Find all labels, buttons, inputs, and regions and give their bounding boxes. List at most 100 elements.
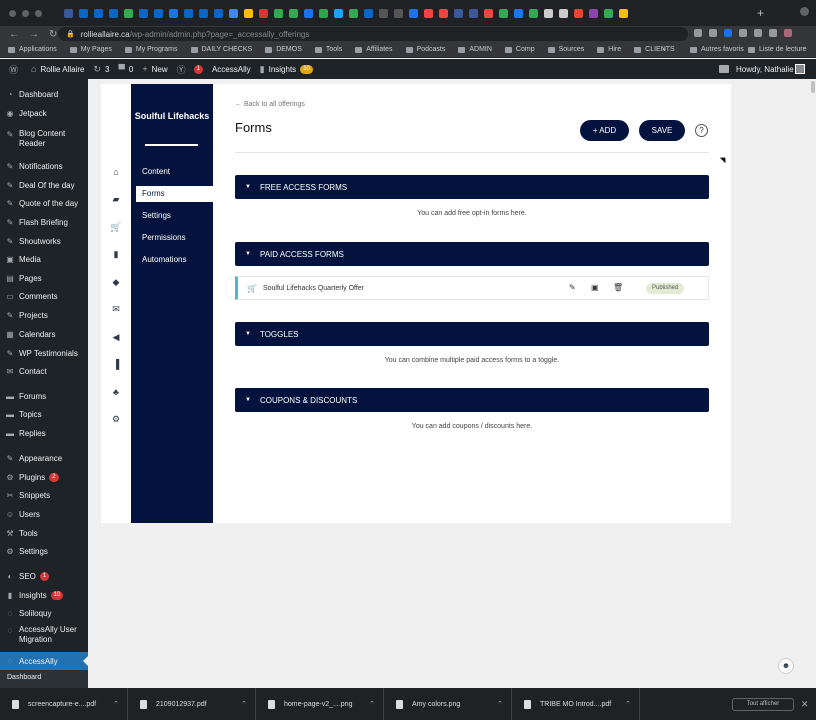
menu-item-deal-of-the-day[interactable]: ✎ Deal Of the day xyxy=(0,176,88,194)
close-downloads-icon[interactable]: ✕ xyxy=(801,699,809,710)
chevron-up-icon[interactable]: ⌃ xyxy=(113,700,119,708)
bookmarks-overflow[interactable]: » xyxy=(662,46,666,53)
download-item[interactable]: 2109012937.pdf ⌃ xyxy=(128,688,256,720)
menu-item-comments[interactable]: ▭ Comments xyxy=(0,287,88,305)
gift-icon[interactable]: ◆ xyxy=(110,276,122,288)
reload-icon[interactable]: ↻ xyxy=(49,29,57,40)
menu-item-blog-content-reader[interactable]: ✎ Blog Content Reader xyxy=(0,129,88,153)
tab-favicon[interactable] xyxy=(559,8,568,18)
menu-item-snippets[interactable]: ✂ Snippets xyxy=(0,486,88,504)
menu-item-seo[interactable]: ◐ SEO 1 xyxy=(0,567,88,585)
tab-favicon[interactable] xyxy=(499,8,508,18)
menu-item-calendars[interactable]: ▦ Calendars xyxy=(0,325,88,343)
offer-row[interactable]: 🛒 Soulful Lifehacks Quarterly Offer ✎ ▣ … xyxy=(235,276,709,300)
chevron-up-icon[interactable]: ⌃ xyxy=(369,700,375,708)
tab-favicon[interactable] xyxy=(274,8,283,18)
howdy-link[interactable]: Howdy, Nathalie xyxy=(736,65,794,74)
tab-favicon[interactable] xyxy=(64,8,73,18)
tab-favicon[interactable] xyxy=(484,8,493,18)
edit-icon[interactable]: ✎ xyxy=(569,283,576,292)
tab-favicon[interactable] xyxy=(154,8,163,18)
lock-icon[interactable]: ▰ xyxy=(110,193,122,205)
tab-favicon[interactable] xyxy=(574,8,583,18)
tab-favicon[interactable] xyxy=(109,8,118,18)
menu-item-dashboard[interactable]: ◔ Dashboard xyxy=(0,85,88,103)
menu-item-flash-briefing[interactable]: ✎ Flash Briefing xyxy=(0,213,88,231)
accessally-link[interactable]: AccessAlly xyxy=(212,65,251,74)
tab-favicon[interactable] xyxy=(94,8,103,18)
back-arrow-icon[interactable]: ← xyxy=(9,29,19,40)
bookmark-item[interactable]: CLIENTS xyxy=(634,46,675,53)
section-paid-access-forms[interactable]: ▼ PAID ACCESS FORMS xyxy=(235,242,709,266)
nav-forms[interactable]: Forms xyxy=(136,186,213,202)
tab-favicon[interactable] xyxy=(304,8,313,18)
tab-favicon[interactable] xyxy=(244,8,253,18)
tab-favicon[interactable] xyxy=(424,8,433,18)
menu-item-tools[interactable]: ⚒ Tools xyxy=(0,524,88,542)
menu-item-contact[interactable]: ✉ Contact xyxy=(0,362,88,380)
site-name-link[interactable]: ⌂ Rollie Allaire xyxy=(31,64,84,74)
tab-favicon[interactable] xyxy=(334,8,343,18)
trash-icon[interactable]: 🗑 xyxy=(613,283,623,292)
menu-item-shoutworks[interactable]: ✎ Shoutworks xyxy=(0,232,88,250)
bookmark-item[interactable]: Affiliates xyxy=(355,46,393,53)
new-content-link[interactable]: + New xyxy=(142,64,167,74)
tab-favicon[interactable] xyxy=(139,8,148,18)
insights-link[interactable]: ▮ Insights 10 xyxy=(260,64,313,75)
section-coupons-discounts[interactable]: ▼ COUPONS & DISCOUNTS xyxy=(235,388,709,412)
menu-item-wp-testimonials[interactable]: ✎ WP Testimonials xyxy=(0,344,88,362)
bookmark-item[interactable]: My Programs xyxy=(124,46,178,53)
megaphone-icon[interactable]: ◀ xyxy=(110,331,122,343)
tab-favicon[interactable] xyxy=(259,8,268,18)
nav-automations[interactable]: Automations xyxy=(131,252,213,268)
nav-settings[interactable]: Settings xyxy=(131,208,213,224)
show-all-downloads-button[interactable]: Tout afficher xyxy=(732,698,794,711)
section-free-access-forms[interactable]: ▼ FREE ACCESS FORMS xyxy=(235,175,709,199)
menu-item-soliloquy[interactable]: ◌ Soliloquy xyxy=(0,604,88,622)
bookmark-item[interactable]: Hire xyxy=(597,46,621,53)
help-icon[interactable]: ? xyxy=(695,124,708,137)
menu-item-projects[interactable]: ✎ Projects xyxy=(0,306,88,324)
bookmark-item[interactable]: DAILY CHECKS xyxy=(190,46,252,53)
tab-favicon[interactable] xyxy=(79,8,88,18)
chat-widget-icon[interactable]: ☻ xyxy=(778,658,794,674)
menu-item-replies[interactable]: ▬ Replies xyxy=(0,424,88,442)
wp-logo-icon[interactable]: Ⓦ xyxy=(9,63,22,76)
tab-favicon[interactable] xyxy=(124,8,133,18)
menu-item-jetpack[interactable]: ◉ Jetpack xyxy=(0,104,88,122)
chevron-up-icon[interactable]: ⌃ xyxy=(625,700,631,708)
menu-item-notifications[interactable]: ✎ Notifications xyxy=(0,157,88,175)
tab-favicon[interactable] xyxy=(454,8,463,18)
bookmark-item[interactable]: Applications xyxy=(8,46,57,53)
download-item[interactable]: screencapture-e....pdf ⌃ xyxy=(0,688,128,720)
tab-favicon[interactable] xyxy=(364,8,373,18)
menu-item-insights[interactable]: ▮ Insights 10 xyxy=(0,586,88,604)
bookmark-item[interactable]: DEMOS xyxy=(265,46,302,53)
chevron-up-icon[interactable]: ⌃ xyxy=(241,700,247,708)
menu-item-accessally-user-migration[interactable]: ◌ AccessAlly User Migration xyxy=(0,625,88,649)
tab-favicon[interactable] xyxy=(379,8,388,18)
preview-icon[interactable]: ▣ xyxy=(591,283,599,292)
cart-icon[interactable]: 🛒 xyxy=(110,221,122,233)
mail-icon[interactable]: ✉ xyxy=(110,303,122,315)
new-tab-button[interactable]: + xyxy=(757,6,764,20)
tab-favicon[interactable] xyxy=(514,8,523,18)
window-controls[interactable] xyxy=(9,9,42,17)
bookmark-item[interactable]: Sources xyxy=(547,46,584,53)
tab-favicon[interactable] xyxy=(169,8,178,18)
bookmark-item[interactable]: My Pages xyxy=(69,46,112,53)
menu-item-topics[interactable]: ▬ Topics xyxy=(0,405,88,423)
tab-favicon[interactable] xyxy=(469,8,478,18)
menu-item-pages[interactable]: ▤ Pages xyxy=(0,269,88,287)
menu-item-plugins[interactable]: ⚙ Plugins 2 xyxy=(0,468,88,486)
save-button[interactable]: SAVE xyxy=(639,120,685,141)
notes-icon[interactable] xyxy=(719,65,729,73)
updates-link[interactable]: ↻ 3 xyxy=(93,64,109,75)
add-button[interactable]: + ADD xyxy=(580,120,629,141)
back-link[interactable]: ← Back to all offerings xyxy=(235,101,305,108)
yoast-link[interactable]: Ⓨ 1 xyxy=(177,63,203,76)
nav-content[interactable]: Content xyxy=(131,164,213,180)
page-scrollbar[interactable] xyxy=(810,79,816,688)
submenu-dashboard[interactable]: Dashboard xyxy=(0,669,88,688)
browser-tabs[interactable] xyxy=(64,8,628,18)
